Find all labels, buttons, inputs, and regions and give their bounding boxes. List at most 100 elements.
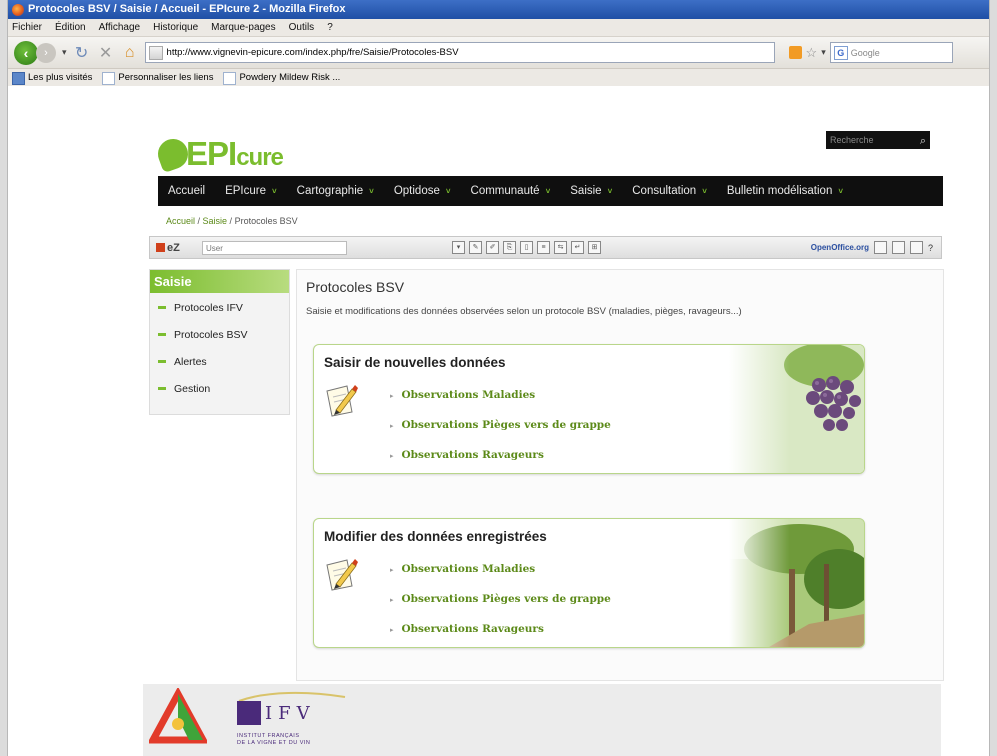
google-icon[interactable]: G [833, 45, 848, 60]
bookmark-folder-icon [12, 71, 25, 85]
bookmark-powdery-mildew[interactable]: Powdery Mildew Risk ... [223, 69, 340, 87]
link-label: Observations Maladies [401, 563, 536, 575]
ez-translate-icon[interactable]: ⊞ [588, 241, 601, 254]
page-description: Saisie et modifications des données obse… [306, 306, 742, 317]
nav-communaute[interactable]: Communauté ˅ [461, 185, 561, 197]
reload-icon[interactable]: ↻ [73, 43, 91, 63]
bullet-icon [158, 306, 166, 309]
sidebar-item-protocoles-ifv[interactable]: Protocoles IFV [150, 295, 289, 320]
ez-user-field[interactable]: User [202, 240, 347, 255]
sidebar-item-gestion[interactable]: Gestion [150, 376, 289, 401]
breadcrumb: Accueil / Saisie / Protocoles BSV [166, 216, 298, 226]
navigation-toolbar: ‹ › ▾ ↻ ✕ ⌂ http://www.vignevin-epicure.… [8, 37, 989, 69]
menu-fichier[interactable]: Fichier [12, 19, 42, 36]
link-observations-pieges[interactable]: ▸ Observations Pièges vers de grappe [390, 419, 611, 431]
site-search-placeholder: Recherche [830, 135, 874, 145]
menu-aide[interactable]: ? [327, 19, 333, 36]
nav-label: Consultation [632, 185, 697, 197]
nav-saisie[interactable]: Saisie ˅ [560, 185, 622, 197]
ez-copy-icon[interactable]: ⎘ [503, 241, 516, 254]
link-modifier-ravageurs[interactable]: ▸ Observations Ravageurs [390, 623, 544, 635]
link-observations-maladies[interactable]: ▸ Observations Maladies [390, 389, 535, 401]
search-engine-placeholder: Google [850, 47, 880, 58]
ez-return-icon[interactable]: ↵ [571, 241, 584, 254]
address-bar[interactable]: http://www.vignevin-epicure.com/index.ph… [144, 42, 775, 63]
history-dropdown-icon[interactable]: ▾ [62, 47, 67, 58]
bookmark-label: Les plus visités [28, 72, 93, 83]
nav-bulletin-modelisation[interactable]: Bulletin modélisation ˅ [717, 185, 853, 197]
bullet-icon [158, 387, 166, 390]
ez-trash-icon[interactable]: ▯ [520, 241, 533, 254]
browser-window: Protocoles BSV / Saisie / Accueil - EPIc… [8, 0, 989, 756]
sidebar-item-label: Protocoles IFV [174, 301, 243, 314]
rss-feed-icon[interactable] [788, 46, 802, 59]
arrow-right-icon: ▸ [390, 594, 394, 604]
oo-replace-icon[interactable] [909, 241, 923, 254]
menu-affichage[interactable]: Affichage [99, 19, 141, 36]
edit-pencil-icon [326, 385, 358, 417]
chevron-down-icon: ˅ [445, 186, 451, 196]
sidebar-item-protocoles-bsv[interactable]: Protocoles BSV [150, 322, 289, 347]
forward-button[interactable]: › [36, 42, 56, 63]
ez-edit-tools: ▾ ✎ ✐ ⎘ ▯ ≡ ⇆ ↵ ⊞ [452, 241, 601, 254]
link-label: Observations Ravageurs [401, 449, 544, 461]
logo-suffix: cure [236, 144, 284, 171]
home-icon[interactable]: ⌂ [121, 44, 139, 62]
nav-label: Saisie [570, 185, 602, 197]
bookmark-most-visited[interactable]: Les plus visités [12, 69, 92, 87]
menu-marque-pages[interactable]: Marque-pages [211, 19, 275, 36]
main-content: Protocoles BSV Saisie et modifications d… [296, 269, 944, 681]
nav-label: Communauté [470, 185, 540, 197]
nav-optidose[interactable]: Optidose ˅ [384, 185, 461, 197]
firefox-icon [12, 3, 24, 16]
card-saisir: Saisir de nouvelles données ▸ Observation… [313, 344, 865, 474]
chevron-down-icon: ˅ [369, 186, 374, 196]
ez-move-icon[interactable]: ⇆ [554, 241, 567, 254]
bookmark-label: Powdery Mildew Risk ... [239, 72, 341, 83]
oo-import-icon[interactable] [873, 241, 887, 254]
site-logo[interactable]: EPIcure [153, 134, 284, 174]
link-modifier-maladies[interactable]: ▸ Observations Maladies [390, 563, 535, 575]
search-icon[interactable]: ⌕ [920, 132, 926, 150]
ez-dropdown-icon[interactable]: ▾ [452, 241, 465, 254]
breadcrumb-saisie[interactable]: Saisie [203, 216, 228, 226]
help-icon[interactable]: ? [928, 243, 933, 253]
link-label: Observations Pièges vers de grappe [401, 593, 611, 605]
stop-icon[interactable]: ✕ [97, 43, 115, 63]
nav-accueil[interactable]: Accueil [158, 185, 215, 197]
vineyard-photo [729, 519, 864, 647]
arrow-right-icon: ▸ [390, 564, 394, 574]
ifv-subtitle-line: DE LA VIGNE ET DU VIN [237, 740, 311, 746]
menu-outils[interactable]: Outils [289, 19, 315, 36]
site-search-input[interactable]: Recherche ⌕ [826, 131, 930, 149]
card-title: Saisir de nouvelles données [324, 355, 506, 370]
menu-historique[interactable]: Historique [153, 19, 198, 36]
chevron-down-icon: ˅ [272, 186, 277, 196]
breadcrumb-home[interactable]: Accueil [166, 216, 195, 226]
sidebar-item-label: Protocoles BSV [174, 328, 248, 341]
sidebar-item-alertes[interactable]: Alertes [150, 349, 289, 374]
bookmark-customize-links[interactable]: Personnaliser les liens [102, 69, 213, 87]
nav-label: Accueil [168, 185, 206, 197]
bookmark-star-icon[interactable]: ☆ [806, 45, 818, 61]
menu-edition[interactable]: Édition [55, 19, 86, 36]
link-modifier-pieges[interactable]: ▸ Observations Pièges vers de grappe [390, 593, 611, 605]
oo-export-icon[interactable] [891, 241, 905, 254]
nav-label: Cartographie [296, 185, 364, 197]
ez-pencil-icon[interactable]: ✐ [486, 241, 499, 254]
link-label: Observations Pièges vers de grappe [401, 419, 611, 431]
partner-logo-triangle[interactable] [149, 688, 207, 752]
back-button[interactable]: ‹ [14, 40, 38, 65]
link-observations-ravageurs[interactable]: ▸ Observations Ravageurs [390, 449, 544, 461]
ez-edit-icon[interactable]: ✎ [469, 241, 482, 254]
url-dropdown-icon[interactable]: ▾ [821, 47, 826, 58]
link-label: Observations Maladies [401, 389, 536, 401]
arrow-right-icon: ▸ [390, 420, 394, 430]
link-label: Observations Ravageurs [401, 623, 544, 635]
ez-list-icon[interactable]: ≡ [537, 241, 550, 254]
nav-consultation[interactable]: Consultation ˅ [622, 185, 717, 197]
nav-cartographie[interactable]: Cartographie ˅ [287, 185, 384, 197]
search-engine-box[interactable]: G Google [829, 42, 953, 63]
nav-epicure[interactable]: EPIcure ˅ [215, 185, 287, 197]
ifv-logo[interactable]: IFV INSTITUT FRANÇAIS DE LA VIGNE ET DU V… [237, 689, 347, 749]
